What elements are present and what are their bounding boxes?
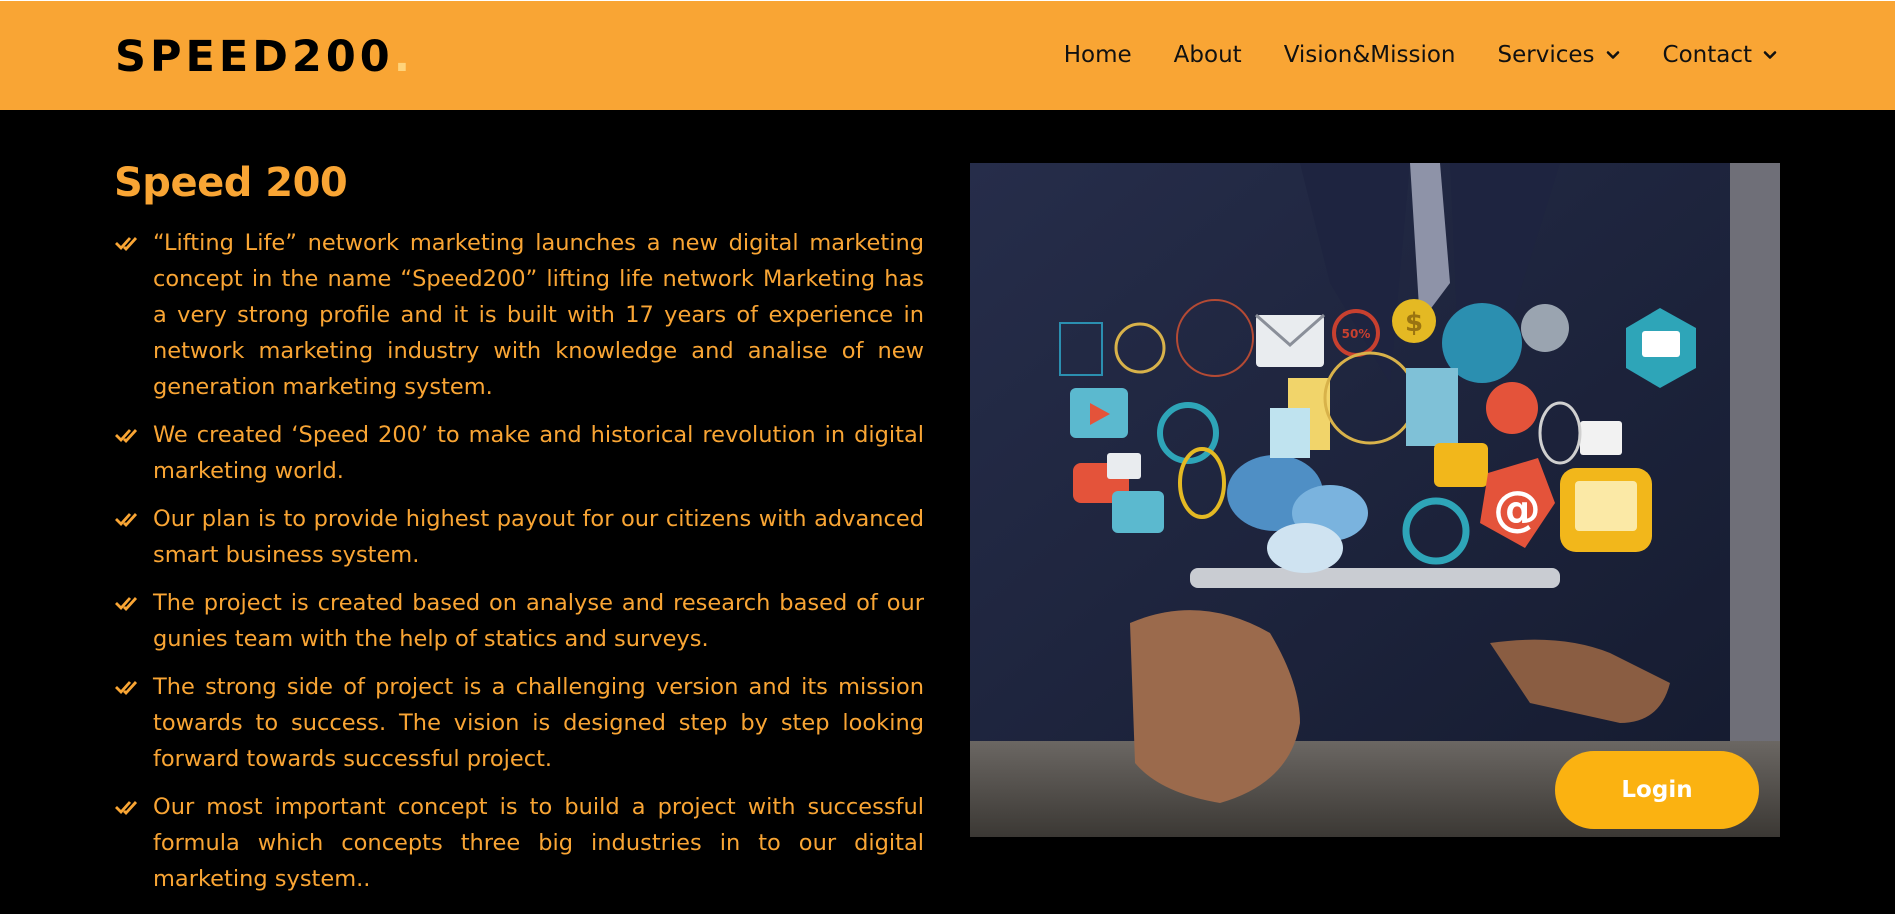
list-item-text: The strong side of project is a challeng… [153,674,924,772]
nav-home-label: Home [1063,42,1132,68]
list-item: Our plan is to provide highest payout fo… [114,501,924,573]
double-check-icon [115,681,138,696]
list-item: The strong side of project is a challeng… [114,669,924,777]
nav-about[interactable]: About [1174,39,1242,71]
page-title: Speed 200 [114,160,348,206]
nav-services-label: Services [1497,42,1595,68]
main-nav: Home About Vision&Mission Services Conta… [1022,39,1778,71]
nav-contact-label: Contact [1662,42,1752,68]
nav-contact[interactable]: Contact [1663,39,1778,71]
double-check-icon [115,237,138,252]
list-item: The project is created based on analyse … [114,585,924,657]
chevron-down-icon [1606,51,1619,59]
list-item-text: We created ‘Speed 200’ to make and histo… [153,422,924,484]
nav-about-label: About [1173,42,1242,68]
list-item-text: The project is created based on analyse … [153,590,924,652]
list-item-text: “Lifting Life” network marketing launche… [153,230,924,400]
feature-list: “Lifting Life” network marketing launche… [114,225,924,909]
list-item-text: Our plan is to provide highest payout fo… [153,506,924,568]
double-check-icon [115,513,138,528]
nav-vision-mission-label: Vision&Mission [1283,42,1456,68]
chevron-down-icon [1763,51,1777,59]
nav-services[interactable]: Services [1498,39,1621,71]
dollar-icon-label: $ [1405,308,1423,338]
logo-text: SPEED200 [115,32,394,82]
login-button[interactable]: Login [1555,751,1759,829]
nav-home[interactable]: Home [1064,39,1132,71]
logo-dot: . [393,32,415,82]
list-item-text: Our most important concept is to build a… [153,794,924,892]
list-item: Our most important concept is to build a… [114,789,924,897]
nav-vision-mission[interactable]: Vision&Mission [1284,39,1456,71]
list-item: “Lifting Life” network marketing launche… [114,225,924,405]
site-logo[interactable]: SPEED200. [115,31,414,83]
double-check-icon [115,801,138,816]
double-check-icon [115,429,138,444]
digital-marketing-illustration: 50% $ @ [970,163,1780,837]
hero-image: 50% $ @ [970,163,1780,837]
list-item: We created ‘Speed 200’ to make and histo… [114,417,924,489]
double-check-icon [115,597,138,612]
top-navbar: SPEED200. Home About Vision&Mission Serv… [0,0,1895,110]
percent-icon-label: 50% [1342,327,1371,341]
at-icon-label: @ [1493,481,1541,537]
